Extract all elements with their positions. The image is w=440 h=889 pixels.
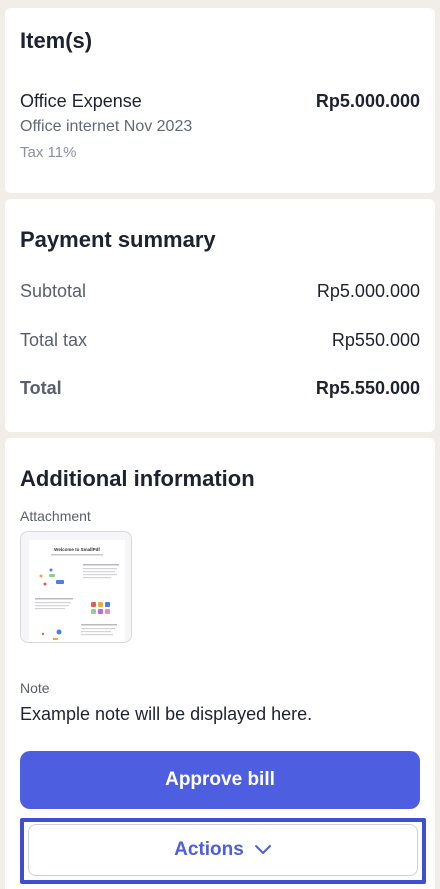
approve-bill-label: Approve bill	[165, 769, 275, 790]
actions-label: Actions	[174, 839, 244, 860]
note-text: Example note will be displayed here.	[20, 704, 313, 724]
total-row: Total Rp5.550.000	[20, 378, 420, 399]
subtotal-row: Subtotal Rp5.000.000	[20, 281, 420, 302]
total-label: Total	[20, 378, 62, 398]
note-label: Note	[20, 680, 50, 696]
total-tax-row: Total tax Rp550.000	[20, 330, 420, 351]
item-tax: Tax 11%	[20, 144, 77, 161]
item-name: Office Expense	[20, 91, 142, 111]
document-preview-image: Welcome to SmallPdf	[29, 540, 125, 642]
subtotal-label: Subtotal	[20, 281, 87, 301]
attachment-label: Attachment	[20, 508, 91, 524]
total-tax-label: Total tax	[20, 330, 88, 350]
payment-summary-card: Payment summary Subtotal Rp5.000.000 Tot…	[5, 199, 435, 432]
attachment-thumbnail[interactable]: Welcome to SmallPdf	[20, 531, 132, 643]
additional-information-card: Additional information Attachment Welcom…	[5, 438, 435, 889]
item-description: Office internet Nov 2023	[20, 118, 193, 135]
total-value: Rp5.550.000	[315, 378, 420, 398]
payment-summary-title: Payment summary	[20, 227, 216, 252]
total-tax-value: Rp550.000	[331, 330, 420, 350]
additional-information-title: Additional information	[20, 466, 255, 491]
chevron-down-icon	[254, 839, 272, 861]
subtotal-value: Rp5.000.000	[316, 281, 420, 301]
approve-bill-button[interactable]: Approve bill	[20, 751, 420, 809]
items-section-title: Item(s)	[20, 28, 93, 53]
actions-button[interactable]: Actions	[28, 824, 418, 876]
item-row: Office Expense Rp5.000.000	[20, 91, 420, 112]
item-amount: Rp5.000.000	[315, 91, 420, 111]
items-card: Item(s) Office Expense Rp5.000.000 Offic…	[5, 8, 435, 193]
attachment-preview-heading: Welcome to SmallPdf	[54, 547, 100, 552]
actions-highlight-frame: Actions	[20, 818, 426, 884]
